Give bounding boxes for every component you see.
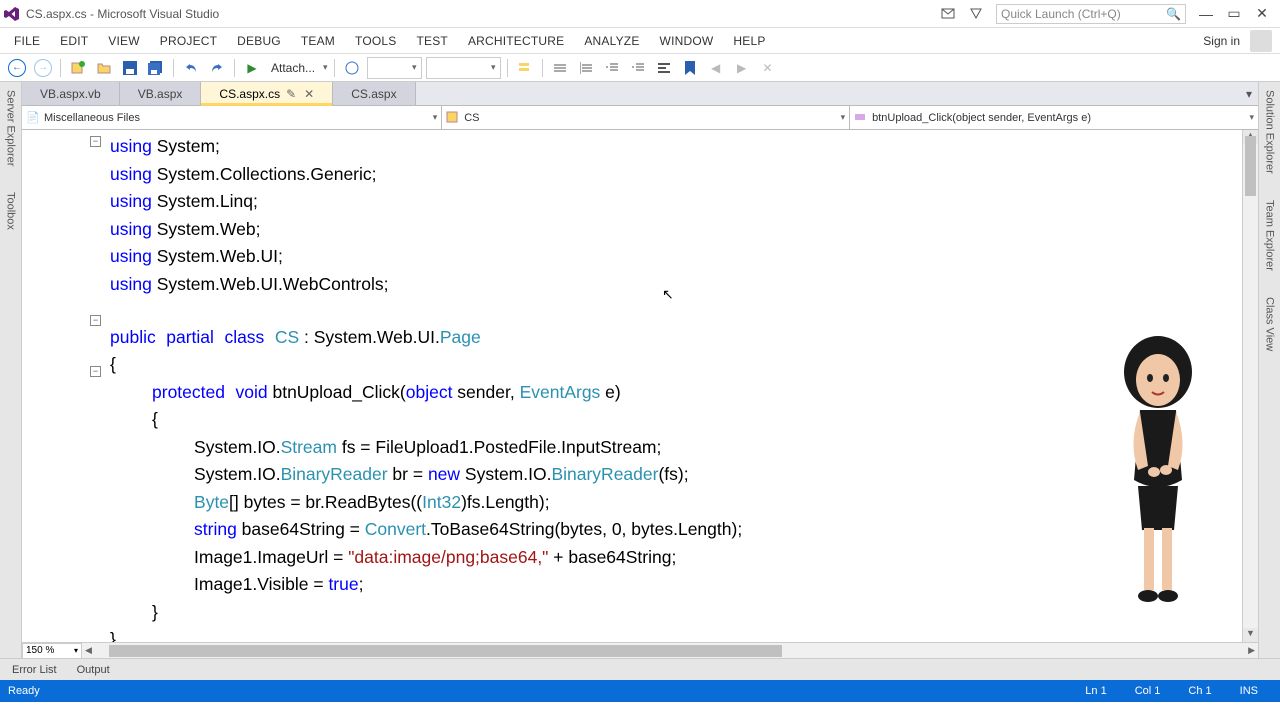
scroll-thumb[interactable] — [1245, 136, 1256, 196]
class-view-tab[interactable]: Class View — [1264, 291, 1276, 357]
nav-member-combo[interactable]: btnUpload_Click(object sender, EventArgs… — [850, 106, 1258, 129]
undo-button[interactable] — [180, 57, 202, 79]
editor-area: VB.aspx.vb VB.aspx CS.aspx.cs✎✕ CS.aspx … — [22, 82, 1258, 658]
uncomment-button[interactable] — [575, 57, 597, 79]
tab-cs-aspx-cs[interactable]: CS.aspx.cs✎✕ — [201, 82, 333, 105]
user-avatar-icon[interactable] — [1250, 30, 1272, 52]
workspace: Server Explorer Toolbox VB.aspx.vb VB.as… — [0, 82, 1280, 658]
menu-tools[interactable]: TOOLS — [345, 31, 406, 51]
tab-cs-aspx[interactable]: CS.aspx — [333, 82, 415, 105]
status-ch: Ch 1 — [1188, 685, 1211, 697]
status-bar: Ready Ln 1 Col 1 Ch 1 INS — [0, 680, 1280, 702]
save-all-button[interactable] — [145, 57, 167, 79]
new-project-button[interactable] — [67, 57, 89, 79]
scroll-right-icon[interactable]: ▶ — [1245, 645, 1258, 656]
scroll-down-icon[interactable]: ▼ — [1243, 628, 1258, 642]
menu-window[interactable]: WINDOW — [650, 31, 724, 51]
horizontal-scrollbar[interactable]: 150 %▾ ◀ ▶ — [22, 642, 1258, 658]
attach-label[interactable]: Attach... — [267, 61, 319, 75]
menu-project[interactable]: PROJECT — [150, 31, 227, 51]
signin-link[interactable]: Sign in — [1197, 32, 1246, 50]
status-col: Col 1 — [1135, 685, 1161, 697]
nav-class-combo[interactable]: CS ▾ — [442, 106, 850, 129]
status-ready: Ready — [8, 685, 40, 697]
decrease-indent-button[interactable] — [601, 57, 623, 79]
vs-logo-icon — [4, 6, 20, 22]
menu-edit[interactable]: EDIT — [50, 31, 98, 51]
menu-bar: FILE EDIT VIEW PROJECT DEBUG TEAM TOOLS … — [0, 28, 1280, 54]
scope-icon: 📄 — [26, 111, 40, 125]
code-editor[interactable]: − − − using System; using System.Collect… — [22, 130, 1258, 642]
status-line: Ln 1 — [1085, 685, 1106, 697]
notification-icon[interactable] — [936, 4, 960, 24]
nav-bar: 📄 Miscellaneous Files ▾ CS ▾ btnUpload_C… — [22, 106, 1258, 130]
class-icon — [446, 111, 460, 125]
menu-help[interactable]: HELP — [723, 31, 775, 51]
menu-test[interactable]: TEST — [406, 31, 457, 51]
error-list-tab[interactable]: Error List — [4, 662, 65, 678]
dirty-indicator: ✎ — [286, 87, 296, 101]
method-icon — [854, 111, 868, 125]
format-button[interactable] — [653, 57, 675, 79]
right-rail: Solution Explorer Team Explorer Class Vi… — [1258, 82, 1280, 658]
comment-button[interactable] — [549, 57, 571, 79]
nav-back-button[interactable]: ← — [6, 57, 28, 79]
document-tabs: VB.aspx.vb VB.aspx CS.aspx.cs✎✕ CS.aspx … — [22, 82, 1258, 106]
redo-button[interactable] — [206, 57, 228, 79]
chevron-down-icon: ▾ — [1249, 112, 1254, 123]
menu-analyze[interactable]: ANALYZE — [574, 31, 649, 51]
bottom-panel-tabs: Error List Output — [0, 658, 1280, 680]
window-title: CS.aspx.cs - Microsoft Visual Studio — [26, 7, 219, 21]
bookmark-button[interactable] — [679, 57, 701, 79]
hscroll-thumb[interactable] — [109, 645, 782, 657]
minimize-button[interactable]: — — [1192, 3, 1220, 25]
next-bookmark-button[interactable]: ▶ — [731, 57, 753, 79]
left-rail: Server Explorer Toolbox — [0, 82, 22, 658]
zoom-combo[interactable]: 150 %▾ — [22, 643, 82, 659]
maximize-button[interactable]: ▭ — [1220, 3, 1248, 25]
nav-scope-combo[interactable]: 📄 Miscellaneous Files ▾ — [22, 106, 442, 129]
search-icon: 🔍 — [1166, 7, 1181, 21]
code-content: using System; using System.Collections.G… — [92, 130, 1242, 642]
vertical-scrollbar[interactable]: ▲ ▼ — [1242, 130, 1258, 642]
open-file-button[interactable] — [93, 57, 115, 79]
tab-vb-aspx-vb[interactable]: VB.aspx.vb — [22, 82, 120, 105]
close-button[interactable]: ✕ — [1248, 3, 1276, 25]
prev-bookmark-button[interactable]: ◀ — [705, 57, 727, 79]
server-explorer-tab[interactable]: Server Explorer — [5, 84, 17, 172]
menu-team[interactable]: TEAM — [291, 31, 345, 51]
feedback-icon[interactable] — [964, 4, 988, 24]
clear-bookmarks-button[interactable]: ✕ — [757, 57, 779, 79]
tab-overflow-button[interactable]: ▾ — [1240, 82, 1258, 105]
scroll-left-icon[interactable]: ◀ — [82, 645, 95, 656]
toolbar: ← → ▶ Attach... ▾ ▾ ▾ ◀ ▶ ✕ — [0, 54, 1280, 82]
nav-forward-button[interactable]: → — [32, 57, 54, 79]
solution-config-combo[interactable]: ▾ — [367, 57, 422, 79]
chevron-down-icon: ▾ — [433, 112, 438, 123]
toolbox-tab[interactable]: Toolbox — [5, 186, 17, 236]
browser-dropdown-button[interactable] — [341, 57, 363, 79]
tab-vb-aspx[interactable]: VB.aspx — [120, 82, 202, 105]
start-button[interactable]: ▶ — [241, 57, 263, 79]
increase-indent-button[interactable] — [627, 57, 649, 79]
menu-file[interactable]: FILE — [4, 31, 50, 51]
quick-launch-input[interactable]: Quick Launch (Ctrl+Q) 🔍 — [996, 4, 1186, 24]
solution-platform-combo[interactable]: ▾ — [426, 57, 501, 79]
tab-close-icon[interactable]: ✕ — [304, 87, 314, 101]
output-tab[interactable]: Output — [69, 662, 118, 678]
menu-architecture[interactable]: ARCHITECTURE — [458, 31, 574, 51]
chevron-down-icon: ▾ — [841, 112, 846, 123]
solution-explorer-tab[interactable]: Solution Explorer — [1264, 84, 1276, 180]
quick-launch-placeholder: Quick Launch (Ctrl+Q) — [1001, 7, 1121, 21]
menu-debug[interactable]: DEBUG — [227, 31, 291, 51]
team-explorer-tab[interactable]: Team Explorer — [1264, 194, 1276, 277]
save-button[interactable] — [119, 57, 141, 79]
find-button[interactable] — [514, 57, 536, 79]
gutter: − − − — [22, 130, 92, 642]
status-ins: INS — [1240, 685, 1258, 697]
menu-view[interactable]: VIEW — [98, 31, 149, 51]
title-bar: CS.aspx.cs - Microsoft Visual Studio Qui… — [0, 0, 1280, 28]
